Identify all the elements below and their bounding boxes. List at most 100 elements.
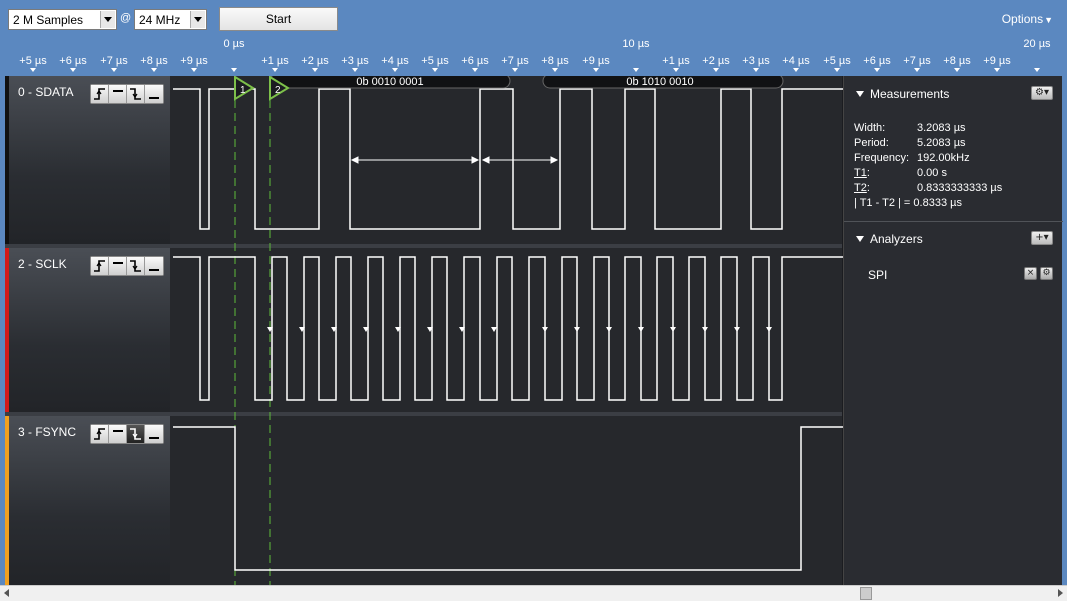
ruler-tick-mark xyxy=(30,68,36,72)
ruler-tick-label: +9 µs xyxy=(180,55,208,67)
chevron-down-icon[interactable] xyxy=(100,11,115,28)
width-measurement-arrow xyxy=(350,156,480,164)
period-value: 5.2083 µs xyxy=(917,137,966,149)
period-row: Period: 5.2083 µs xyxy=(854,137,966,149)
ruler-tick-label: +4 µs xyxy=(381,55,409,67)
fsync-waveform xyxy=(173,426,843,571)
clock-edge-marker xyxy=(766,327,772,332)
toolbar: 2 M Samples @ 24 MHz Start Options▼ xyxy=(0,0,1067,40)
clock-edge-marker xyxy=(734,327,740,332)
measurements-header[interactable]: Measurements xyxy=(856,87,949,101)
period-measurement-arrow xyxy=(481,156,559,164)
ruler-tick-label: +3 µs xyxy=(742,55,770,67)
ruler-tick-mark xyxy=(272,68,278,72)
ruler-tick-mark xyxy=(432,68,438,72)
ruler-tick-label: 10 µs xyxy=(622,38,650,50)
analyzers-title: Analyzers xyxy=(870,232,923,246)
scrollbar-thumb[interactable] xyxy=(860,587,872,600)
gear-icon[interactable]: ⚙ xyxy=(1040,267,1053,280)
ruler-tick-mark xyxy=(392,68,398,72)
ruler-tick-label: +9 µs xyxy=(983,55,1011,67)
ruler-tick-mark xyxy=(834,68,840,72)
width-label: Width: xyxy=(854,122,886,134)
ruler-tick-mark xyxy=(191,68,197,72)
samples-select-value: 2 M Samples xyxy=(13,13,84,27)
clock-edge-marker xyxy=(702,327,708,332)
ruler-tick-label: +8 µs xyxy=(943,55,971,67)
width-value: 3.2083 µs xyxy=(917,122,966,134)
ruler-tick-label: +5 µs xyxy=(19,55,47,67)
ruler-tick-mark xyxy=(151,68,157,72)
close-icon[interactable]: × xyxy=(1024,267,1037,280)
t2-row: T2: 0.8333333333 µs xyxy=(854,182,1003,194)
sample-rate-select-value: 24 MHz xyxy=(139,13,181,27)
panel-divider xyxy=(844,221,1063,222)
clock-edge-marker xyxy=(574,327,580,332)
ruler-tick-label: 20 µs xyxy=(1023,38,1051,50)
clock-edge-marker xyxy=(670,327,676,332)
t1-row: T1: 0.00 s xyxy=(854,167,947,179)
ruler-tick-mark xyxy=(994,68,1000,72)
start-button[interactable]: Start xyxy=(219,7,338,31)
t2-link[interactable]: T2 xyxy=(854,182,867,194)
samples-select[interactable]: 2 M Samples xyxy=(8,9,117,30)
waveform-layer: 0b 0010 0001 0b 1010 0010 1 2 xyxy=(173,76,843,585)
sample-rate-select[interactable]: 24 MHz xyxy=(134,9,207,30)
ruler-tick-label: +4 µs xyxy=(782,55,810,67)
add-analyzer-button[interactable]: +▾ xyxy=(1031,231,1053,245)
clock-edge-marker xyxy=(638,327,644,332)
marker-t2-label: 2 xyxy=(275,85,281,96)
sclk-edge-markers xyxy=(267,327,772,332)
ruler-tick-label: +6 µs xyxy=(59,55,87,67)
analyzers-header[interactable]: Analyzers xyxy=(856,232,923,246)
ruler-tick-mark xyxy=(793,68,799,72)
ruler-tick-label: +7 µs xyxy=(903,55,931,67)
t1-t2-diff: | T1 - T2 | = 0.8333 µs xyxy=(854,197,962,209)
analyzer-item-spi[interactable]: SPI xyxy=(868,268,887,282)
ruler-tick-label: 0 µs xyxy=(223,38,245,50)
sclk-waveform xyxy=(173,256,843,401)
measurements-settings-button[interactable]: ⚙▾ xyxy=(1031,86,1053,100)
clock-edge-marker xyxy=(542,327,548,332)
plus-icon: +▾ xyxy=(1035,232,1049,243)
collapse-triangle-icon xyxy=(856,235,864,242)
options-label: Options xyxy=(1001,12,1044,26)
ruler-tick-label: +1 µs xyxy=(261,55,289,67)
right-panel: Measurements ⚙▾ Width: 3.2083 µs Period: 5… xyxy=(843,76,1063,585)
at-sign: @ xyxy=(120,12,132,24)
frequency-label: Frequency: xyxy=(854,152,910,164)
ruler-tick-mark xyxy=(673,68,679,72)
chevron-down-icon[interactable] xyxy=(190,11,205,28)
ruler-tick-mark xyxy=(1034,68,1040,72)
ruler-tick-mark xyxy=(472,68,478,72)
decoded-byte-2: 0b 1010 0010 xyxy=(626,76,693,88)
ruler-tick-label: +5 µs xyxy=(823,55,851,67)
ruler-tick-mark xyxy=(633,68,639,72)
options-button[interactable]: Options▼ xyxy=(1002,12,1053,26)
ruler-tick-label: +6 µs xyxy=(863,55,891,67)
collapse-triangle-icon xyxy=(856,90,864,97)
main-area: 0 - SDATA 2 - SCLK 3 - FSYNC 0b 0010 000… xyxy=(5,76,1063,585)
ruler-tick-mark xyxy=(512,68,518,72)
ruler-tick-mark xyxy=(914,68,920,72)
ruler-tick-label: +8 µs xyxy=(541,55,569,67)
ruler-tick-label: +7 µs xyxy=(100,55,128,67)
horizontal-scrollbar[interactable] xyxy=(0,585,1067,601)
ruler-tick-mark xyxy=(954,68,960,72)
ruler-tick-label: +9 µs xyxy=(582,55,610,67)
scroll-left-icon[interactable] xyxy=(4,589,9,597)
gear-icon: ⚙▾ xyxy=(1035,87,1049,98)
ruler-tick-label: +8 µs xyxy=(140,55,168,67)
ruler-tick-label: +5 µs xyxy=(421,55,449,67)
clock-edge-marker xyxy=(606,327,612,332)
ruler-tick-mark xyxy=(70,68,76,72)
ruler-tick-label: +6 µs xyxy=(461,55,489,67)
scroll-right-icon[interactable] xyxy=(1058,589,1063,597)
ruler-tick-mark xyxy=(231,68,237,72)
frequency-value: 192.00kHz xyxy=(917,152,970,164)
ruler-tick-label: +3 µs xyxy=(341,55,369,67)
time-ruler[interactable]: +5 µs +6 µs +7 µs +8 µs +9 µs 0 µs +1 µs +2 µs +… xyxy=(0,36,1067,76)
caret-down-icon: ▼ xyxy=(1044,15,1053,25)
ruler-tick-label: +7 µs xyxy=(501,55,529,67)
t1-link[interactable]: T1 xyxy=(854,167,867,179)
